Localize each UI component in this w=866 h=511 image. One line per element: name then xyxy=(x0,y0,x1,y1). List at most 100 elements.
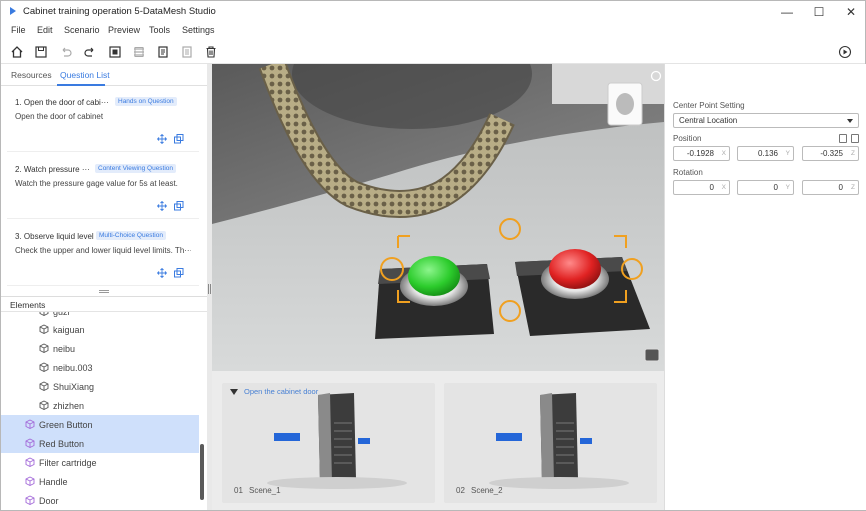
tree-item-red-button[interactable]: Red Button xyxy=(1,434,199,453)
scene-card-1[interactable]: Open the cabinet door 01 Scene_1 xyxy=(222,383,435,503)
question-description: Open the door of cabinet xyxy=(15,112,104,121)
center-point-select[interactable]: Central Location xyxy=(673,113,859,128)
position-x-value: -0.1928 xyxy=(686,149,714,158)
minimize-button[interactable]: — xyxy=(773,3,801,21)
question-card[interactable]: 1. Open the door of cabi··· Hands on Que… xyxy=(7,90,199,152)
question-title: 2. Watch pressure ··· xyxy=(15,165,90,174)
position-label: Position xyxy=(673,134,702,143)
tree-item[interactable]: kaiguan xyxy=(1,320,199,339)
toolbar xyxy=(1,40,865,64)
left-panel: Resources Question List 1. Open the door… xyxy=(1,64,207,510)
scene-number: 02 xyxy=(456,486,465,495)
mesh-icon xyxy=(25,438,35,448)
rotation-z-value: 0 xyxy=(838,183,843,192)
question-list: 1. Open the door of cabi··· Hands on Que… xyxy=(7,90,199,286)
rotation-x-value: 0 xyxy=(709,183,714,192)
save-icon[interactable] xyxy=(33,44,49,60)
mesh-icon xyxy=(39,400,49,410)
mesh-icon xyxy=(39,343,49,353)
move-icon[interactable] xyxy=(157,134,167,144)
rotation-y-input[interactable]: 0 Y xyxy=(737,180,794,195)
trash-icon[interactable] xyxy=(203,44,219,60)
scene-thumbnail xyxy=(267,393,407,489)
position-z-value: -0.325 xyxy=(820,149,843,158)
tree-item-label: ShuiXiang xyxy=(53,382,95,392)
tree-item-label: neibu xyxy=(53,344,76,354)
redo-icon[interactable] xyxy=(82,44,98,60)
move-icon[interactable] xyxy=(157,268,167,278)
maximize-button[interactable]: ☐ xyxy=(805,3,833,21)
app-window: Cabinet training operation 5-DataMesh St… xyxy=(0,0,866,511)
rotation-x-input[interactable]: 0 X xyxy=(673,180,730,195)
tree-item-label: Door xyxy=(39,496,59,506)
tree-item[interactable]: neibu xyxy=(1,339,199,358)
move-icon[interactable] xyxy=(157,201,167,211)
tree-item-door[interactable]: Door xyxy=(1,491,199,510)
document-icon[interactable] xyxy=(155,44,171,60)
position-z-input[interactable]: -0.325 Z xyxy=(802,146,859,161)
mesh-icon xyxy=(39,362,49,372)
menu-settings[interactable]: Settings xyxy=(182,25,215,35)
menu-preview[interactable]: Preview xyxy=(108,25,140,35)
tree-item-label: Green Button xyxy=(39,420,93,430)
window-title: Cabinet training operation 5-DataMesh St… xyxy=(23,6,216,17)
scene-card-2[interactable]: 02 Scene_2 xyxy=(444,383,657,503)
rotation-label: Rotation xyxy=(673,168,703,177)
position-x-input[interactable]: -0.1928 X xyxy=(673,146,730,161)
tree-item-handle[interactable]: Handle xyxy=(1,472,199,491)
active-tab-indicator xyxy=(57,84,105,86)
menu-tools[interactable]: Tools xyxy=(149,25,170,35)
home-icon[interactable] xyxy=(9,44,25,60)
axis-z-label: Z xyxy=(851,150,855,157)
tab-resources[interactable]: Resources xyxy=(11,70,52,80)
menu-edit[interactable]: Edit xyxy=(37,25,53,35)
scene-strip: Open the cabinet door 01 Scene_1 02 Scen… xyxy=(212,371,664,510)
axis-x-label: X xyxy=(721,150,726,157)
tree-item-label: kaiguan xyxy=(53,325,85,335)
question-title: 3. Observe liquid level xyxy=(15,232,94,241)
play-icon[interactable] xyxy=(837,44,853,60)
tree-item-label: neibu.003 xyxy=(53,363,93,373)
tree-item[interactable]: neibu.003 xyxy=(1,358,199,377)
close-button[interactable]: ✕ xyxy=(837,3,865,21)
copy-icon[interactable] xyxy=(839,134,847,143)
tree-item-label: Filter cartridge xyxy=(39,458,97,468)
scene-name: Scene_2 xyxy=(471,486,503,495)
elements-header: Elements xyxy=(1,296,207,312)
rotation-z-input[interactable]: 0 Z xyxy=(802,180,859,195)
list-icon[interactable] xyxy=(179,44,195,60)
center-point-label: Center Point Setting xyxy=(673,101,745,110)
question-type-badge: Hands on Question xyxy=(115,97,177,106)
elements-tree: guzi kaiguan neibu neibu.003 ShuiXiang z… xyxy=(1,312,207,510)
question-type-badge: Multi-Choice Question xyxy=(96,231,166,240)
elements-scrollbar[interactable] xyxy=(200,444,204,500)
axis-x-label: X xyxy=(721,184,726,191)
link-icon[interactable] xyxy=(174,268,184,278)
layers-icon[interactable] xyxy=(131,44,147,60)
panel-splitter[interactable] xyxy=(1,288,207,296)
tree-item-filter-cartridge[interactable]: Filter cartridge xyxy=(1,453,199,472)
3d-viewport[interactable] xyxy=(212,64,664,371)
link-icon[interactable] xyxy=(174,134,184,144)
undo-icon[interactable] xyxy=(58,44,74,60)
title-bar: Cabinet training operation 5-DataMesh St… xyxy=(1,1,865,23)
position-y-value: 0.136 xyxy=(757,149,778,158)
menu-file[interactable]: File xyxy=(11,25,26,35)
screenshot-icon[interactable] xyxy=(107,44,123,60)
tree-item-green-button[interactable]: Green Button xyxy=(1,415,199,434)
position-y-input[interactable]: 0.136 Y xyxy=(737,146,794,161)
mesh-icon xyxy=(25,457,35,467)
tree-item-label: zhizhen xyxy=(53,401,85,411)
link-icon[interactable] xyxy=(174,201,184,211)
chevron-down-icon xyxy=(847,119,853,123)
menu-scenario[interactable]: Scenario xyxy=(64,25,100,35)
tab-question-list[interactable]: Question List xyxy=(60,70,110,80)
paste-icon[interactable] xyxy=(851,134,859,143)
scene-render xyxy=(212,64,664,371)
grip-icon xyxy=(99,290,109,293)
tree-item[interactable]: ShuiXiang xyxy=(1,377,199,396)
question-card[interactable]: 3. Observe liquid level Multi-Choice Que… xyxy=(7,224,199,286)
tree-item[interactable]: zhizhen xyxy=(1,396,199,415)
mesh-icon xyxy=(39,324,49,334)
question-card[interactable]: 2. Watch pressure ··· Content Viewing Qu… xyxy=(7,157,199,219)
